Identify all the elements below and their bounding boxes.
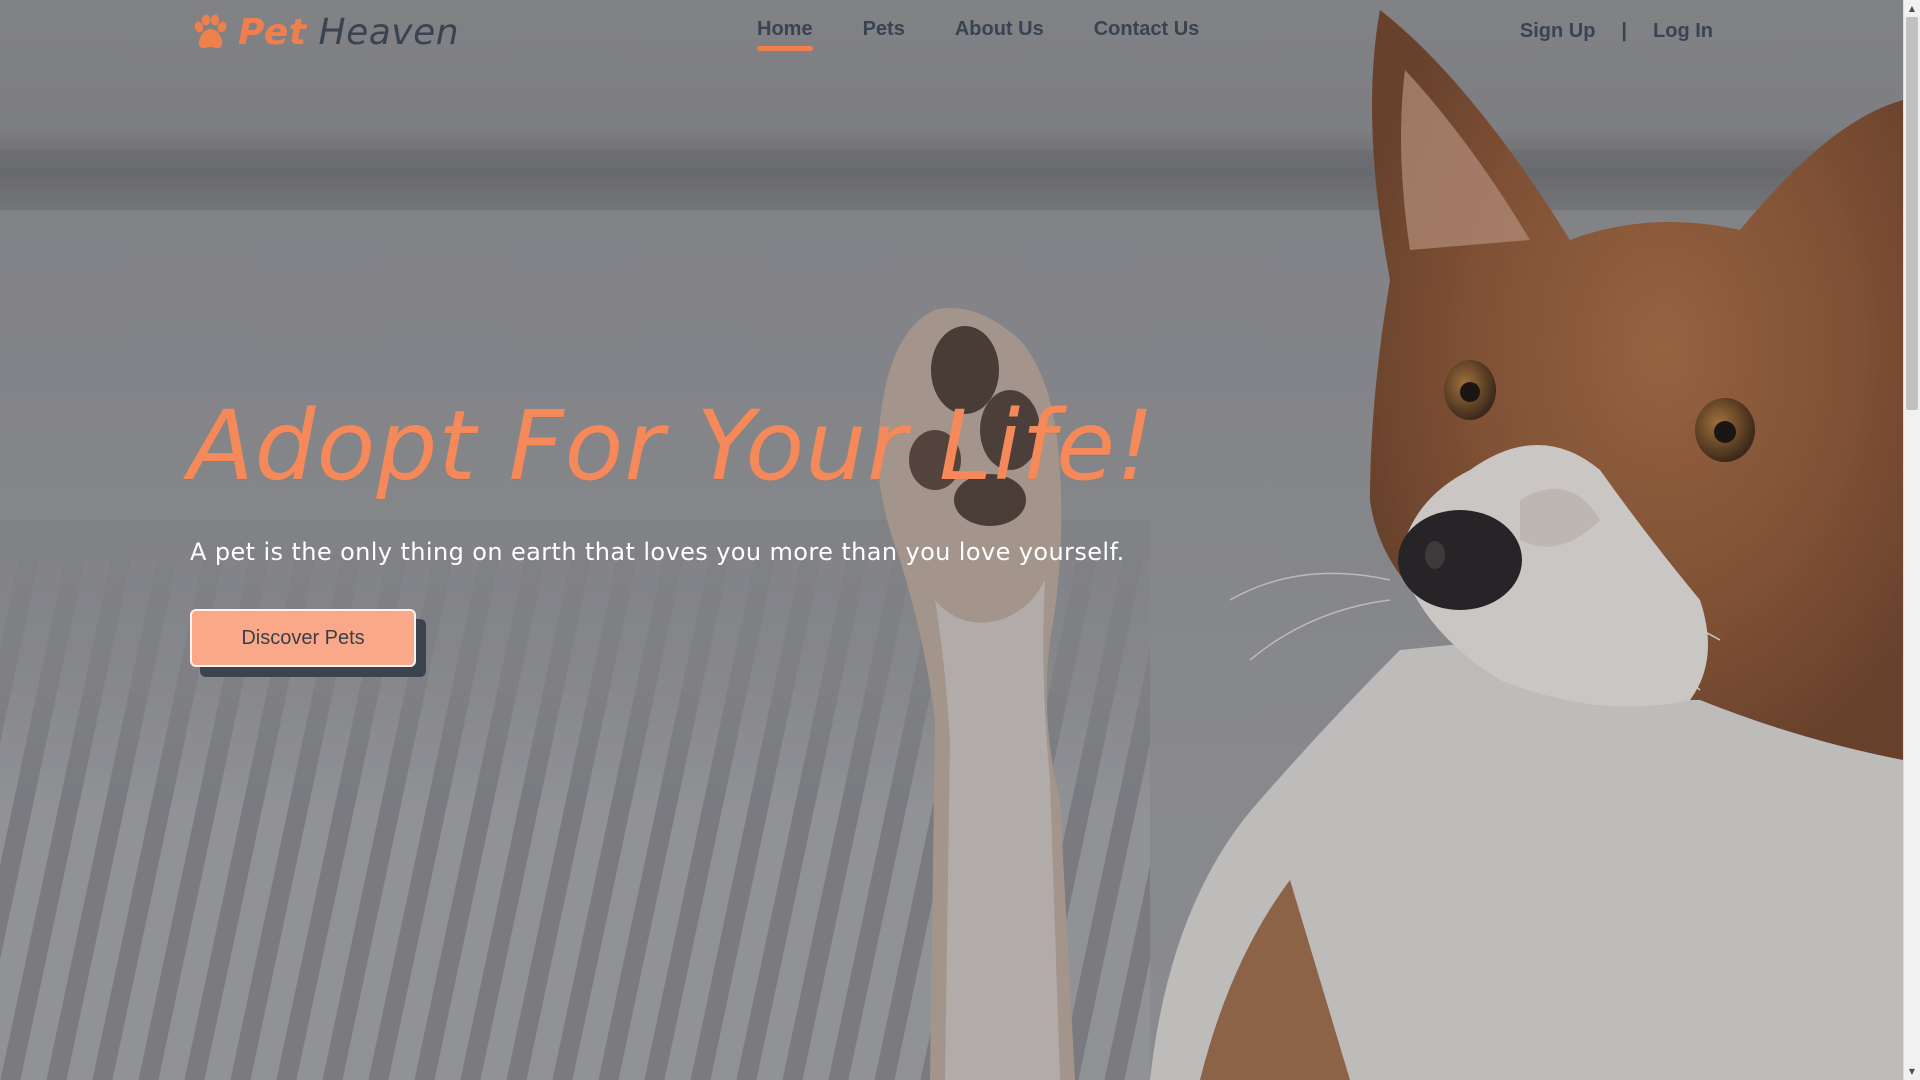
page: Pet Heaven Home Pets About Us Contact Us… <box>0 0 1920 1080</box>
navbar: Pet Heaven Home Pets About Us Contact Us… <box>0 0 1903 70</box>
discover-pets-button-wrapper: Discover Pets <box>190 609 426 677</box>
brand-logo[interactable]: Pet Heaven <box>190 8 459 56</box>
hero-subtitle: A pet is the only thing on earth that lo… <box>190 538 1125 566</box>
nav-item-about-us[interactable]: About Us <box>955 18 1044 49</box>
brand-name-part2: Heaven <box>318 11 460 53</box>
nav-item-home[interactable]: Home <box>757 18 813 51</box>
nav-item-pets[interactable]: Pets <box>863 18 905 49</box>
auth-links: Sign Up | Log In <box>1520 20 1713 43</box>
auth-separator: | <box>1621 20 1628 42</box>
nav-item-contact-us[interactable]: Contact Us <box>1094 18 1200 49</box>
brand-name-part1: Pet <box>238 11 307 53</box>
scrollbar-thumb[interactable] <box>1906 17 1918 410</box>
sign-up-link[interactable]: Sign Up <box>1520 20 1596 43</box>
discover-pets-button[interactable]: Discover Pets <box>190 609 416 667</box>
arrow-down-icon[interactable]: ▼ <box>1904 1063 1920 1080</box>
arrow-up-icon[interactable]: ▲ <box>1904 0 1920 17</box>
page-scrollbar[interactable]: ▲ ▼ <box>1903 0 1920 1080</box>
main-nav: Home Pets About Us Contact Us <box>757 18 1200 51</box>
hero-title: Adopt For Your Life! <box>188 390 1156 502</box>
brand-name: Pet Heaven <box>238 12 459 53</box>
paw-icon <box>194 14 227 49</box>
log-in-link[interactable]: Log In <box>1653 20 1713 43</box>
